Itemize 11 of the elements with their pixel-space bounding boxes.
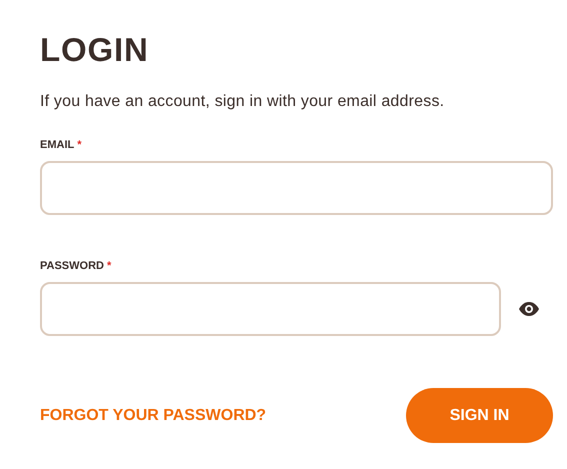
show-password-icon[interactable] (519, 302, 539, 316)
field-label: PASSWORD (40, 259, 104, 273)
required-mark: * (77, 138, 82, 152)
password-field[interactable] (40, 282, 501, 336)
page-title: LOGIN (40, 32, 149, 68)
email-field[interactable] (40, 161, 553, 215)
required-mark: * (106, 259, 112, 273)
intro-text: If you have an account, sign in with your email address. (40, 92, 446, 112)
sign-in-button[interactable]: SIGN IN (406, 388, 553, 443)
forgot-password-link[interactable]: FORGOT YOUR PASSWORD? (40, 404, 266, 428)
field-label: EMAIL (40, 138, 74, 152)
